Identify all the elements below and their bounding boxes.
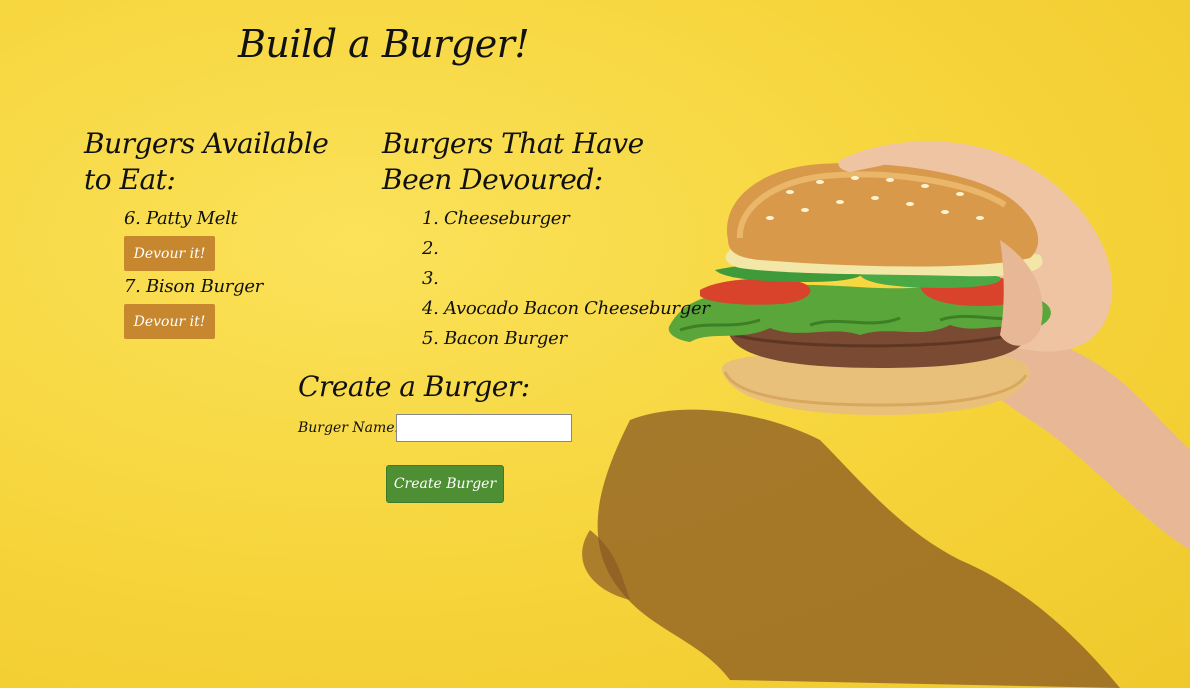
devoured-item: 5. Bacon Burger	[422, 328, 567, 349]
create-burger-button[interactable]: Create Burger	[386, 465, 504, 503]
devour-button[interactable]: Devour it!	[124, 304, 215, 339]
page-title: Build a Burger!	[238, 22, 530, 66]
devoured-item: 4. Avocado Bacon Cheeseburger	[422, 298, 710, 319]
available-item: 6. Patty Melt	[124, 208, 238, 229]
burger-name-label: Burger Name:	[298, 420, 400, 436]
devoured-heading-line1: Burgers That Have	[382, 127, 644, 160]
devoured-item: 2.	[422, 238, 439, 259]
available-heading: Burgers Available to Eat:	[84, 126, 334, 198]
devoured-item: 3.	[422, 268, 439, 289]
available-heading-line2: to Eat:	[84, 163, 176, 196]
burger-name-input[interactable]	[396, 414, 572, 442]
devour-button[interactable]: Devour it!	[124, 236, 215, 271]
devoured-heading-line2: Been Devoured:	[382, 163, 603, 196]
burger-hand-image	[582, 141, 1190, 688]
available-item: 7. Bison Burger	[124, 276, 263, 297]
devoured-heading: Burgers That Have Been Devoured:	[382, 126, 652, 198]
devoured-item: 1. Cheeseburger	[422, 208, 570, 229]
available-heading-line1: Burgers Available	[84, 127, 329, 160]
create-heading: Create a Burger:	[298, 370, 530, 403]
